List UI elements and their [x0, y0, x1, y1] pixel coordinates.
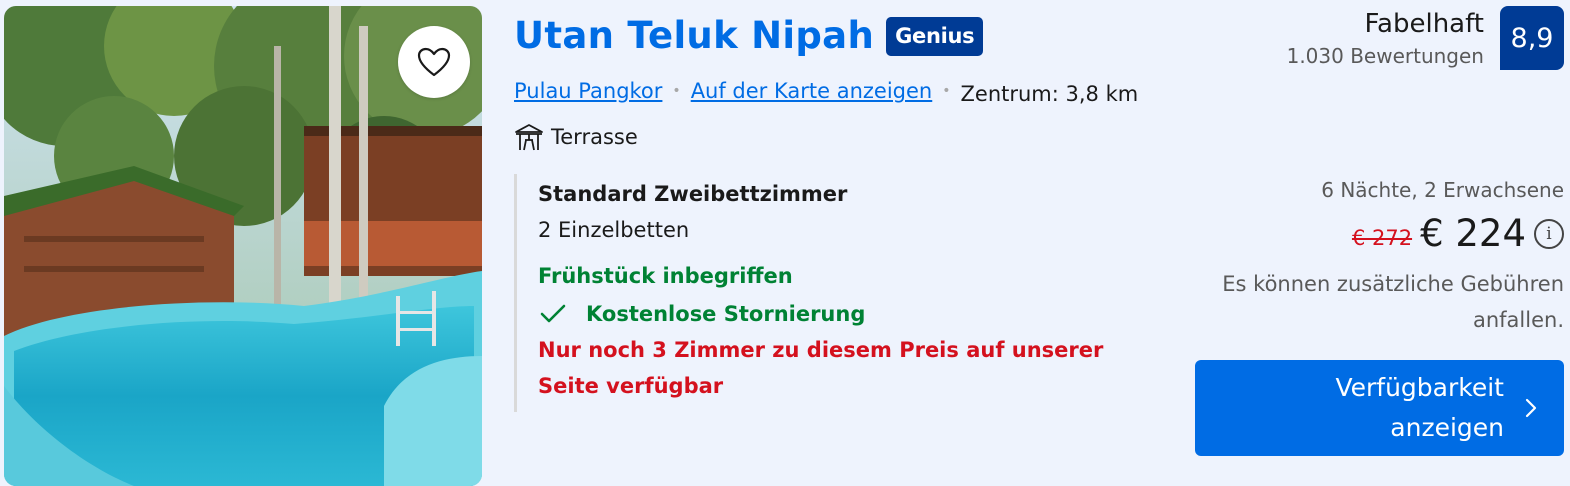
terrace-icon [515, 124, 543, 151]
show-on-map-link[interactable]: Auf der Karte anzeigen [691, 79, 933, 103]
show-availability-button[interactable]: Verfügbarkeit anzeigen [1195, 360, 1564, 456]
free-cancellation: Kostenlose Stornierung [538, 300, 1178, 328]
current-price: € 224 [1420, 212, 1526, 255]
breakfast-included: Frühstück inbegriffen [538, 264, 793, 288]
stay-duration: 6 Nächte, 2 Erwachsene [1321, 178, 1564, 202]
review-text: Fabelhaft 1.030 Bewertungen [1287, 6, 1484, 70]
show-availability-label: Verfügbarkeit anzeigen [1335, 373, 1504, 442]
genius-badge: Genius [886, 16, 984, 56]
title-row: Utan Teluk Nipah Genius [514, 12, 984, 60]
price-info-icon[interactable]: i [1534, 219, 1564, 249]
room-name: Standard Zweibettzimmer [538, 182, 848, 206]
room-details: Standard Zweibettzimmer 2 Einzelbetten F… [514, 174, 1178, 412]
scarcity-message: Nur noch 3 Zimmer zu diesem Preis auf un… [538, 338, 1104, 398]
hotel-name-link[interactable]: Utan Teluk Nipah [514, 12, 874, 60]
review-count: 1.030 Bewertungen [1286, 44, 1484, 68]
location-row: Pulau Pangkor • Auf der Karte anzeigen •… [514, 76, 1138, 106]
property-card: Utan Teluk Nipah Genius Pulau Pangkor • … [0, 0, 1570, 486]
distance-text: Zentrum: 3,8 km [960, 82, 1139, 106]
bed-info: 2 Einzelbetten [538, 218, 690, 242]
price-box: 6 Nächte, 2 Erwachsene € 272 € 224 i Es … [1204, 176, 1564, 338]
review-score[interactable]: Fabelhaft 1.030 Bewertungen 8,9 [1287, 6, 1564, 70]
checkmark-icon [540, 304, 566, 323]
save-favorite-button[interactable] [398, 26, 470, 98]
heart-icon [417, 47, 451, 77]
facility-label: Terrasse [551, 125, 638, 149]
free-cancellation-label: Kostenlose Stornierung [586, 302, 866, 326]
separator-dot: • [672, 83, 681, 99]
review-word: Fabelhaft [1364, 9, 1484, 39]
location-link[interactable]: Pulau Pangkor [514, 79, 662, 103]
chevron-right-icon [1525, 398, 1537, 418]
score-badge[interactable]: 8,9 [1500, 6, 1564, 70]
price-row: € 272 € 224 i [1204, 210, 1564, 258]
separator-dot: • [942, 83, 951, 99]
additional-fees-note: Es können zusätzliche Gebühren anfallen. [1222, 272, 1564, 332]
property-photo[interactable] [4, 6, 482, 486]
original-price: € 272 [1351, 226, 1413, 250]
facility-row: Terrasse [514, 122, 638, 152]
